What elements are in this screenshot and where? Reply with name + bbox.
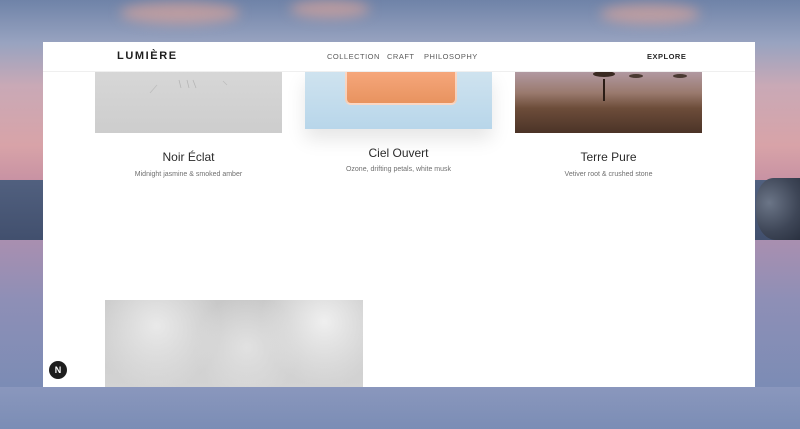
explore-button[interactable]: EXPLORE bbox=[647, 52, 686, 61]
product-description: Midnight jasmine & smoked amber bbox=[134, 171, 243, 178]
n-badge-button[interactable]: N bbox=[49, 361, 67, 379]
page-panel: LUMIÈRE COLLECTION CRAFT PHILOSOPHY EXPL… bbox=[43, 42, 755, 387]
clouds-image[interactable] bbox=[105, 300, 363, 387]
product-title[interactable]: Terre Pure bbox=[515, 150, 702, 164]
sunset-cloud bbox=[600, 4, 700, 24]
background-water-right bbox=[754, 240, 800, 390]
product-image-ciel-ouvert[interactable] bbox=[305, 71, 492, 129]
nav-link-craft[interactable]: CRAFT bbox=[387, 52, 415, 61]
product-title[interactable]: Noir Éclat bbox=[95, 150, 282, 164]
savanna-tree-trunk bbox=[603, 79, 605, 101]
nav-link-philosophy[interactable]: PHILOSOPHY bbox=[424, 52, 478, 61]
product-description: Vetiver root & crushed stone bbox=[564, 171, 653, 178]
background-water-bottom bbox=[0, 387, 800, 429]
top-navigation: LUMIÈRE COLLECTION CRAFT PHILOSOPHY EXPL… bbox=[43, 42, 755, 72]
sunset-cloud bbox=[290, 0, 370, 18]
product-title[interactable]: Ciel Ouvert bbox=[305, 146, 492, 160]
savanna-tree-icon bbox=[629, 74, 643, 78]
savanna-tree-icon bbox=[673, 74, 687, 78]
background-rock bbox=[756, 178, 800, 240]
product-image-terre-pure[interactable] bbox=[515, 71, 702, 133]
engraved-bottle-icon bbox=[149, 79, 228, 94]
background-water-left bbox=[0, 240, 44, 390]
brand-logo[interactable]: LUMIÈRE bbox=[117, 50, 178, 62]
product-description: Ozone, drifting petals, white musk bbox=[345, 166, 452, 173]
sunset-cloud bbox=[120, 2, 240, 24]
nav-link-collection[interactable]: COLLECTION bbox=[327, 52, 380, 61]
product-image-noir-eclat[interactable] bbox=[95, 71, 282, 133]
perfume-bottle-icon bbox=[345, 71, 457, 105]
